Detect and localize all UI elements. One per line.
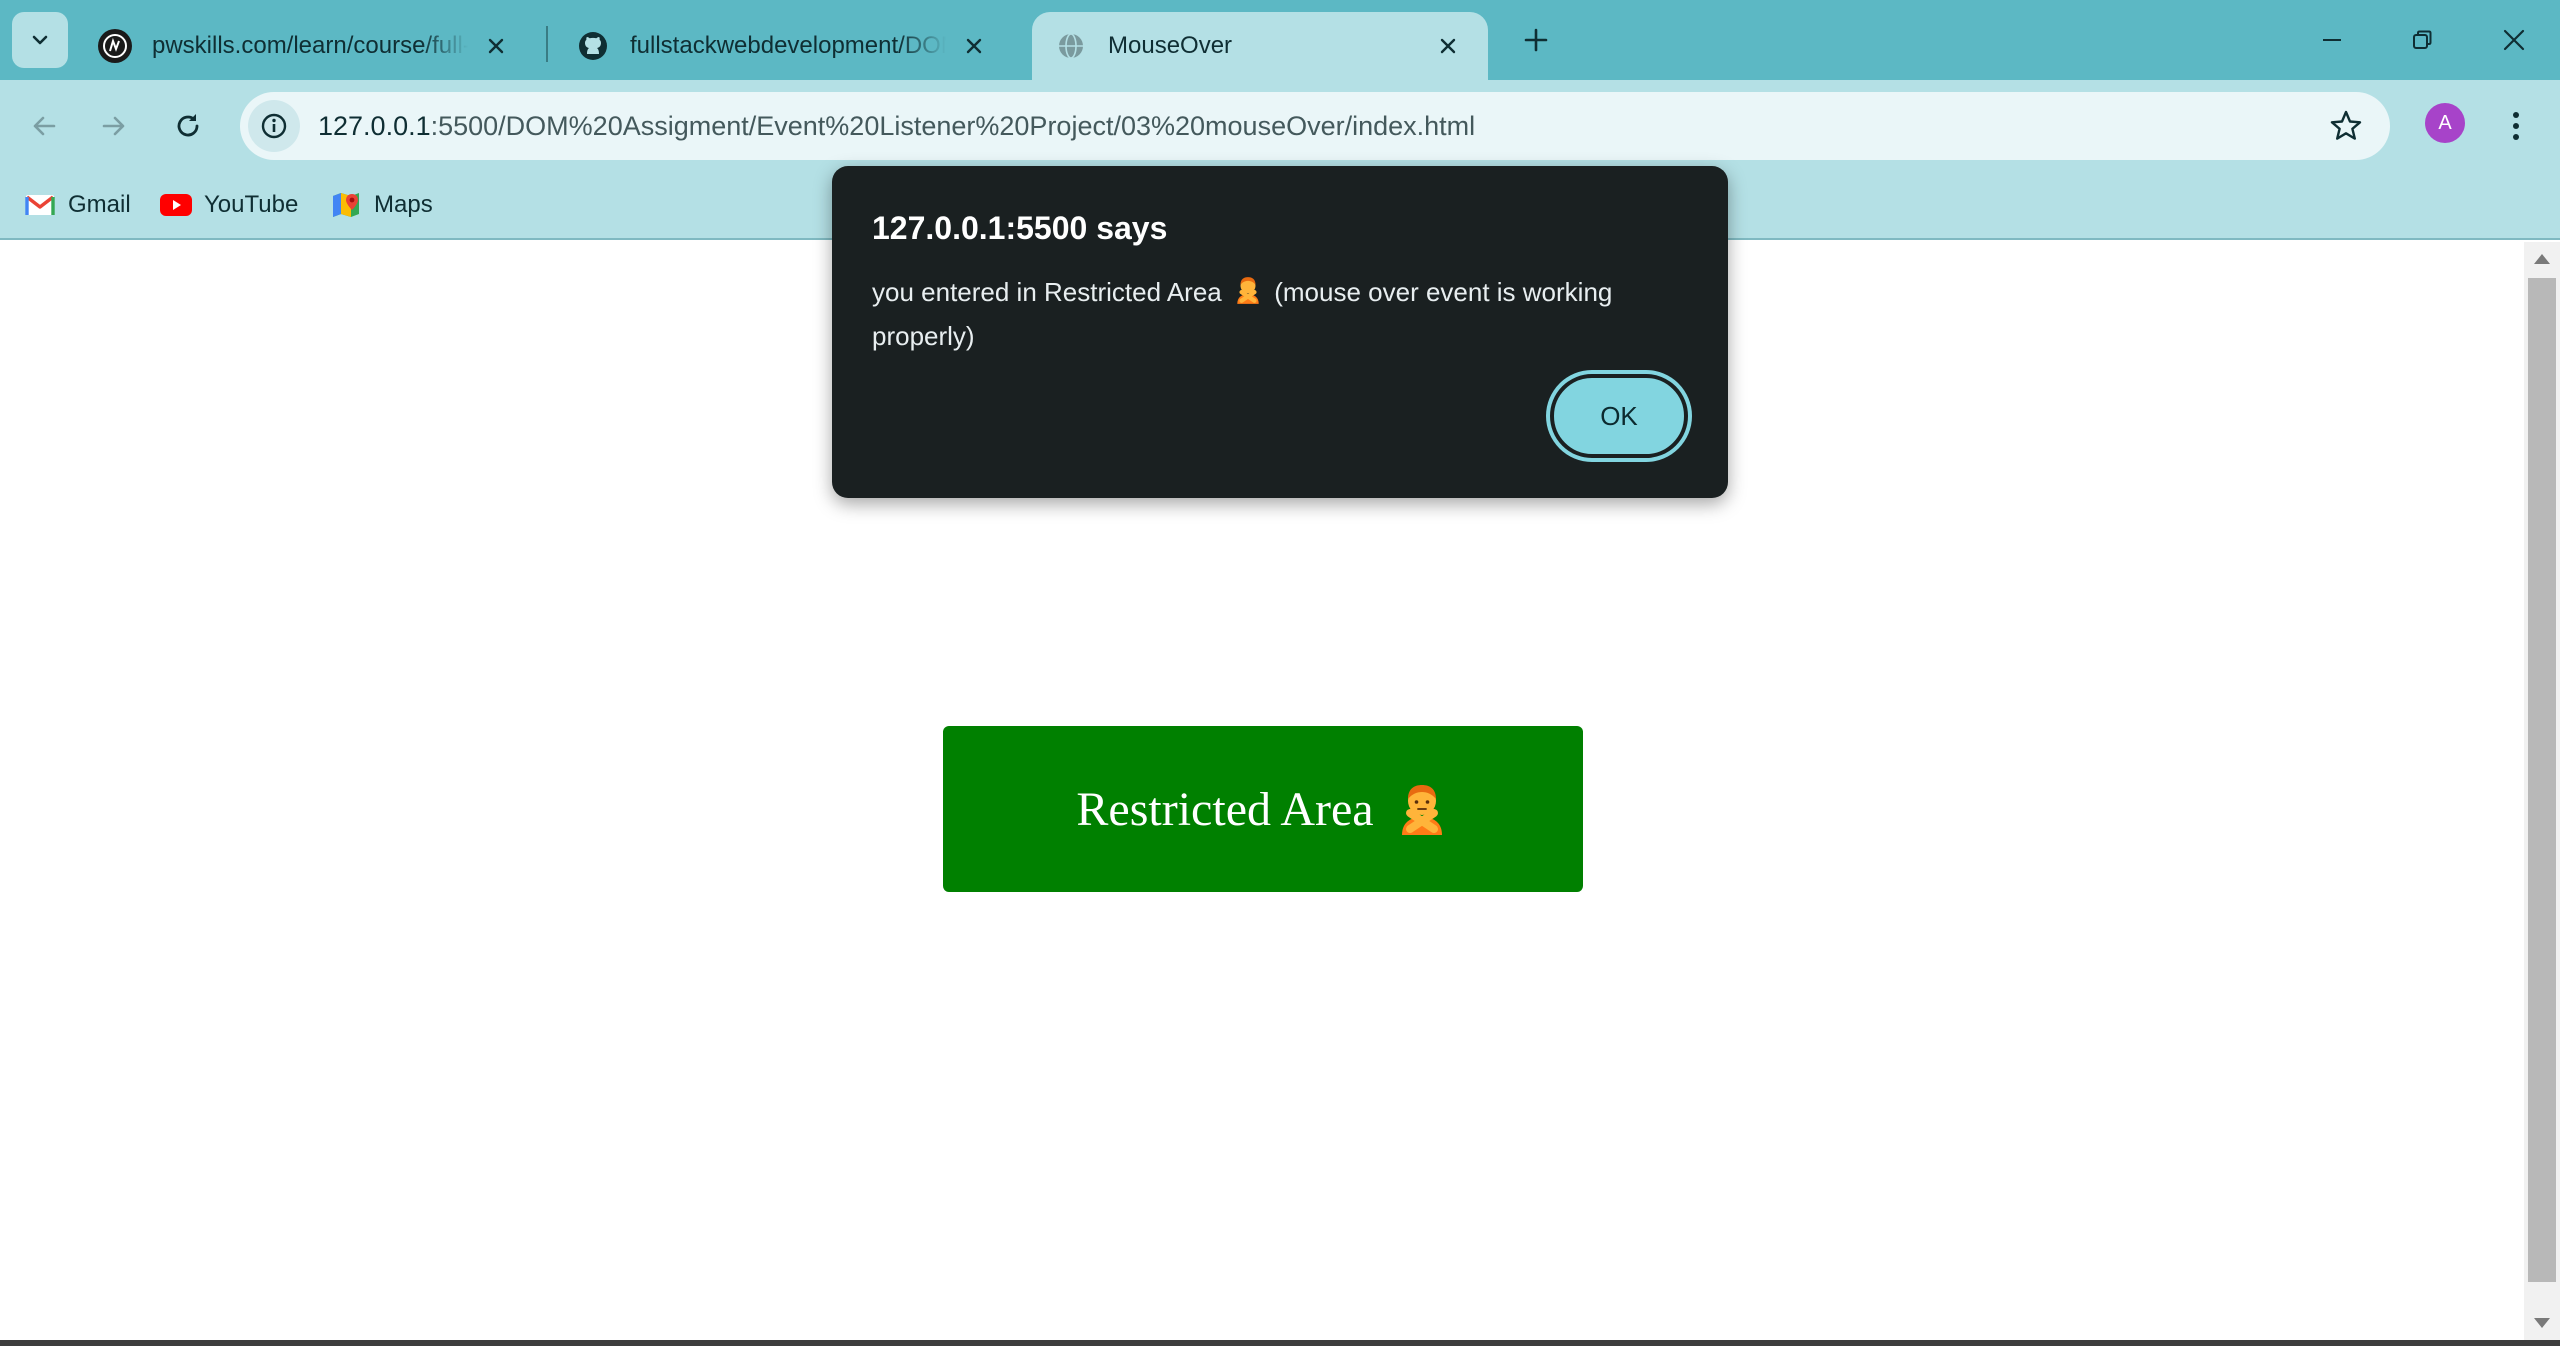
- new-tab-button[interactable]: [1508, 20, 1564, 60]
- bookmark-label: Gmail: [68, 191, 131, 218]
- chevron-down-icon: [32, 35, 48, 45]
- alert-dialog: 127.0.0.1:5500 says you entered in Restr…: [832, 166, 1728, 498]
- youtube-icon: [160, 192, 192, 218]
- forward-button[interactable]: [84, 96, 144, 156]
- restricted-area-label: Restricted Area: [1076, 782, 1374, 836]
- plus-icon: [1524, 28, 1548, 52]
- bookmark-gmail[interactable]: Gmail: [24, 184, 131, 226]
- tab-title: pwskills.com/learn/course/full-stack: [152, 32, 468, 59]
- bookmark-label: YouTube: [204, 191, 299, 218]
- tab-github[interactable]: fullstackwebdevelopment/DOM: [554, 12, 1014, 80]
- dialog-message: you entered in Restricted Area (mouse ov…: [872, 272, 1672, 356]
- close-tab-icon[interactable]: [1430, 28, 1466, 64]
- arrow-left-icon: [33, 116, 56, 136]
- restricted-area-box[interactable]: Restricted Area: [943, 726, 1583, 892]
- site-info-icon[interactable]: [248, 100, 300, 152]
- dialog-message-before: you entered in Restricted Area: [872, 277, 1222, 307]
- bookmark-star-icon[interactable]: [2326, 106, 2366, 146]
- globe-icon: [1054, 29, 1088, 63]
- gmail-icon: [24, 192, 56, 218]
- tab-search-button[interactable]: [12, 12, 68, 68]
- kebab-menu-icon: [2513, 112, 2519, 140]
- pwskills-favicon: [98, 29, 132, 63]
- tab-pwskills[interactable]: pwskills.com/learn/course/full-stack: [76, 12, 536, 80]
- tab-title: MouseOver: [1108, 32, 1233, 59]
- url-text: 127.0.0.1:5500/DOM%20Assigment/Event%20L…: [318, 111, 1475, 142]
- bookmark-youtube[interactable]: YouTube: [160, 184, 298, 226]
- minimize-button[interactable]: [2300, 10, 2364, 70]
- url-host: 127.0.0.1: [318, 110, 431, 141]
- restore-button[interactable]: [2390, 10, 2454, 70]
- close-icon: [2503, 29, 2525, 51]
- url-path: :5500/DOM%20Assigment/Event%20Listener%2…: [430, 110, 1476, 141]
- tab-title: fullstackwebdevelopment/DOM: [630, 32, 946, 59]
- ok-button[interactable]: OK: [1550, 374, 1688, 458]
- person-gesturing-no-icon: [1233, 275, 1263, 316]
- close-tab-icon[interactable]: [956, 28, 992, 64]
- profile-avatar[interactable]: A: [2425, 103, 2465, 143]
- scroll-down-arrow-icon[interactable]: [2534, 1318, 2550, 1328]
- github-icon: [576, 29, 610, 63]
- window-bottom-border: [0, 1340, 2560, 1346]
- close-tab-icon[interactable]: [478, 28, 514, 64]
- bookmark-label: Maps: [374, 191, 433, 218]
- scrollbar-thumb[interactable]: [2528, 278, 2556, 1282]
- browser-menu-button[interactable]: [2488, 96, 2544, 156]
- reload-button[interactable]: [158, 96, 218, 156]
- toolbar: 127.0.0.1:5500/DOM%20Assigment/Event%20L…: [0, 80, 2560, 172]
- close-window-button[interactable]: [2482, 10, 2546, 70]
- dialog-title: 127.0.0.1:5500 says: [872, 210, 1168, 246]
- minimize-icon: [2323, 39, 2341, 41]
- tab-separator: [546, 26, 548, 62]
- reload-icon: [177, 114, 199, 137]
- bookmark-maps[interactable]: Maps: [330, 184, 433, 226]
- tab-mouseover[interactable]: MouseOver: [1032, 12, 1488, 80]
- maps-icon: [330, 192, 362, 218]
- tab-strip: pwskills.com/learn/course/full-stack ful…: [0, 0, 2560, 80]
- person-gesturing-no-icon: [1394, 781, 1450, 837]
- address-bar[interactable]: 127.0.0.1:5500/DOM%20Assigment/Event%20L…: [240, 92, 2390, 160]
- back-button[interactable]: [14, 96, 74, 156]
- restore-icon: [2413, 30, 2432, 49]
- vertical-scrollbar[interactable]: [2524, 242, 2560, 1340]
- arrow-right-icon: [102, 116, 125, 136]
- scroll-up-arrow-icon[interactable]: [2534, 254, 2550, 264]
